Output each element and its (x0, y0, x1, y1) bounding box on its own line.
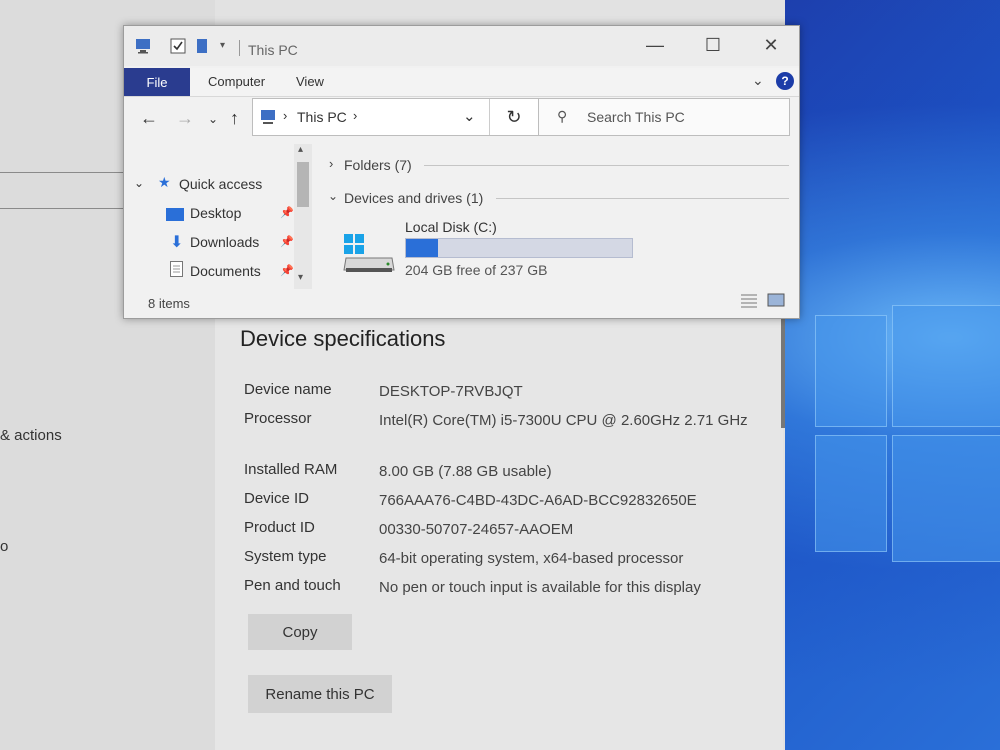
group-header-devices[interactable]: Devices and drives (1) (344, 190, 483, 206)
documents-icon (170, 261, 183, 280)
back-arrow-icon[interactable]: ← (140, 108, 158, 129)
breadcrumb-chevron-icon[interactable]: › (353, 108, 357, 123)
windows-logo-tile (892, 305, 1000, 427)
up-arrow-icon[interactable]: ↑ (230, 108, 239, 129)
spec-value: 766AAA76-C4BD-43DC-A6AD-BCC92832650E (379, 492, 697, 509)
spec-label: Device name (244, 381, 332, 398)
drive-usage-fill (406, 239, 438, 257)
large-icons-view-icon[interactable] (767, 292, 785, 313)
minimize-icon[interactable]: — (640, 34, 670, 56)
status-item-count: 8 items (148, 296, 190, 311)
spec-value: 8.00 GB (7.88 GB usable) (379, 463, 552, 480)
device-specifications-title: Device specifications (240, 326, 446, 351)
search-input[interactable]: Search This PC (587, 109, 685, 125)
group-divider (496, 198, 789, 199)
customize-qat-icon[interactable]: ▾ (220, 40, 225, 51)
windows-logo-tile (815, 435, 887, 552)
sidebar-divider (0, 208, 130, 209)
sidebar-divider (0, 172, 130, 173)
spec-label: Installed RAM (244, 461, 338, 478)
devices-collapse-icon[interactable]: ⌄ (328, 189, 338, 203)
downloads-icon: ⬇ (170, 234, 184, 251)
nav-item-downloads[interactable]: Downloads (190, 234, 259, 250)
pin-icon: 📌 (280, 236, 294, 248)
tab-view[interactable]: View (296, 74, 324, 89)
pin-icon: 📌 (280, 265, 294, 277)
refresh-icon[interactable]: ↻ (489, 99, 538, 135)
scroll-down-icon[interactable]: ▾ (298, 272, 303, 283)
close-icon[interactable]: ✕ (756, 34, 786, 56)
windows-logo-tile (892, 435, 1000, 562)
group-header-folders[interactable]: Folders (7) (344, 157, 412, 173)
drive-name[interactable]: Local Disk (C:) (405, 219, 497, 235)
copy-button[interactable]: Copy (248, 614, 352, 650)
breadcrumb[interactable]: This PC (297, 109, 347, 125)
new-folder-icon[interactable] (196, 38, 208, 57)
properties-icon[interactable] (170, 38, 186, 57)
spec-label: System type (244, 548, 327, 565)
nav-pane-scrollbar[interactable]: ▴ ▾ (294, 144, 312, 289)
pin-icon: 📌 (280, 207, 294, 219)
spec-value: No pen or touch input is available for t… (379, 579, 701, 596)
spec-label: Processor (244, 410, 312, 427)
search-icon: ⚲ (557, 108, 568, 124)
spec-value: DESKTOP-7RVBJQT (379, 383, 523, 400)
address-bar[interactable]: › This PC › ⌄ ↻ (252, 98, 539, 136)
address-dropdown-icon[interactable]: ⌄ (463, 107, 476, 125)
maximize-icon[interactable]: ☐ (698, 34, 728, 56)
navigation-bar: ← → ⌄ ↑ › This PC › ⌄ ↻ ⚲ Search This PC (124, 98, 799, 140)
spec-label: Device ID (244, 490, 310, 507)
this-pc-icon (134, 38, 152, 57)
drive-free-space: 204 GB free of 237 GB (405, 262, 548, 278)
search-box[interactable]: ⚲ Search This PC (538, 98, 790, 136)
spec-value: 64-bit operating system, x64-based proce… (379, 550, 684, 567)
ribbon-expand-icon[interactable]: ⌄ (752, 72, 764, 89)
title-separator (239, 40, 240, 56)
spec-value: 00330-50707-24657-AAOEM (379, 521, 574, 538)
folders-expand-icon[interactable]: › (329, 156, 333, 171)
windows-logo-tile (815, 315, 887, 427)
hard-drive-icon (342, 230, 396, 279)
expand-chevron-icon[interactable]: ⌄ (134, 176, 144, 190)
nav-pane-scroll-thumb[interactable] (297, 162, 309, 207)
nav-item-quick-access[interactable]: Quick access (179, 176, 262, 192)
breadcrumb-chevron-icon: › (283, 108, 288, 123)
spec-value: Intel(R) Core(TM) i5-7300U CPU @ 2.60GHz… (379, 412, 748, 429)
rename-this-pc-button[interactable]: Rename this PC (248, 675, 392, 713)
sidebar-item-partial[interactable]: o (0, 538, 8, 555)
navigation-pane: ⌄ ★ Quick access Desktop 📌 ⬇ Downloads 📌… (124, 144, 314, 294)
tab-computer[interactable]: Computer (208, 74, 265, 89)
star-icon: ★ (158, 174, 171, 190)
spec-label: Product ID (244, 519, 315, 536)
details-view-icon[interactable] (740, 292, 758, 313)
sidebar-item-notifications[interactable]: & actions (0, 427, 62, 444)
settings-scrollbar[interactable] (781, 318, 785, 428)
file-explorer-window: ▾ This PC — ☐ ✕ File Computer View ⌄ ? ←… (123, 25, 800, 319)
help-icon[interactable]: ? (776, 72, 794, 90)
this-pc-icon (259, 109, 277, 130)
recent-locations-icon[interactable]: ⌄ (208, 112, 218, 126)
desktop-icon (166, 208, 184, 224)
ribbon-tabs: File Computer View ⌄ ? (124, 68, 799, 97)
window-title: This PC (248, 42, 298, 58)
spec-label: Pen and touch (244, 577, 341, 594)
group-divider (424, 165, 789, 166)
scroll-up-icon[interactable]: ▴ (298, 144, 303, 155)
nav-item-desktop[interactable]: Desktop (190, 205, 241, 221)
drive-usage-bar (405, 238, 633, 258)
title-bar: ▾ This PC — ☐ ✕ (124, 26, 799, 66)
tab-file[interactable]: File (124, 68, 190, 96)
forward-arrow-icon[interactable]: → (176, 108, 194, 129)
nav-item-documents[interactable]: Documents (190, 263, 261, 279)
